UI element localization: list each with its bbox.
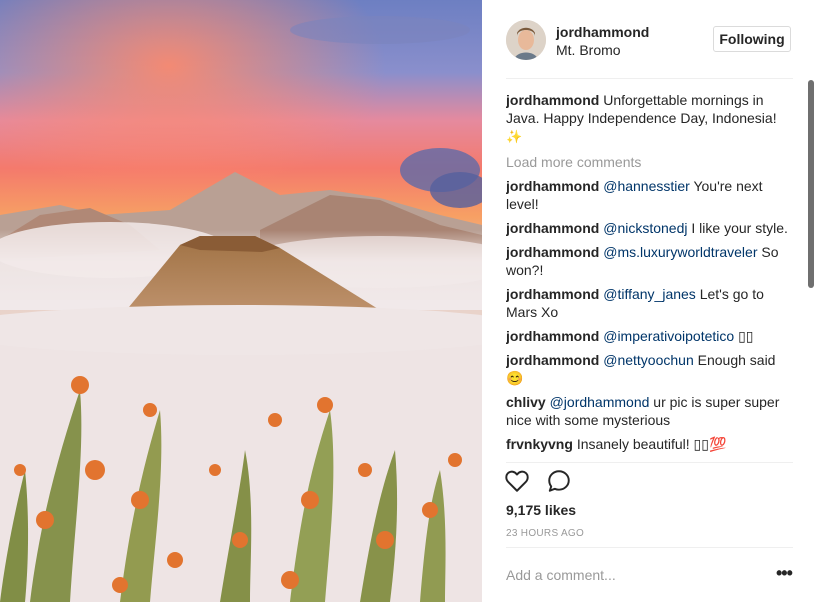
likes-count[interactable]: 9,175 likes bbox=[506, 502, 576, 518]
comment-item: jordhammond @tiffany_janes Let's go to M… bbox=[506, 285, 791, 321]
comment-mention[interactable]: @imperativoipotetico bbox=[603, 328, 734, 344]
comment-item: frvnkyvng Insanely beautiful! ▯▯💯 bbox=[506, 435, 791, 453]
post-timestamp[interactable]: 23 HOURS AGO bbox=[506, 528, 584, 539]
comments-list[interactable]: jordhammond Unforgettable mornings in Ja… bbox=[506, 91, 791, 461]
comment-mention[interactable]: @nickstonedj bbox=[603, 220, 687, 236]
load-more-comments-link[interactable]: Load more comments bbox=[506, 153, 791, 171]
comment-mention[interactable]: @hannesstier bbox=[603, 178, 690, 194]
more-options-icon[interactable]: ••• bbox=[776, 564, 793, 582]
comment-username[interactable]: chlivy bbox=[506, 394, 546, 410]
comment-mention[interactable]: @tiffany_janes bbox=[603, 286, 696, 302]
header-divider bbox=[506, 78, 793, 79]
comment-username[interactable]: frvnkyvng bbox=[506, 436, 573, 452]
comment-username[interactable]: jordhammond bbox=[506, 244, 599, 260]
comment-item: jordhammond @hannesstier You're next lev… bbox=[506, 177, 791, 213]
mount-bromo-photo bbox=[0, 0, 482, 602]
post-side-panel: jordhammond Mt. Bromo Following jordhamm… bbox=[482, 0, 817, 602]
comment-divider bbox=[506, 547, 793, 548]
comment-username[interactable]: jordhammond bbox=[506, 352, 599, 368]
comment-username[interactable]: jordhammond bbox=[506, 178, 599, 194]
sparkles-icon: ✨ bbox=[506, 130, 523, 145]
comment-mention[interactable]: @jordhammond bbox=[550, 394, 650, 410]
comment-item: jordhammond @ms.luxuryworldtraveler So w… bbox=[506, 243, 791, 279]
heart-icon[interactable] bbox=[504, 468, 530, 494]
comments-scrollbar[interactable] bbox=[808, 80, 814, 288]
comment-username[interactable]: jordhammond bbox=[506, 328, 599, 344]
comment-mention[interactable]: @ms.luxuryworldtraveler bbox=[603, 244, 757, 260]
caption-username[interactable]: jordhammond bbox=[506, 92, 599, 108]
comment-item: chlivy @jordhammond ur pic is super supe… bbox=[506, 393, 791, 429]
add-comment-input[interactable] bbox=[506, 564, 756, 586]
comment-mention[interactable]: @nettyoochun bbox=[603, 352, 694, 368]
comment-item: jordhammond @nettyoochun Enough said 😊 bbox=[506, 351, 791, 387]
comment-text: Insanely beautiful! ▯▯💯 bbox=[576, 436, 727, 452]
comment-username[interactable]: jordhammond bbox=[506, 286, 599, 302]
comment-bubble-icon[interactable] bbox=[546, 468, 572, 494]
avatar[interactable] bbox=[506, 20, 546, 60]
actions-divider bbox=[506, 462, 793, 463]
comment-username[interactable]: jordhammond bbox=[506, 220, 599, 236]
comment-item: jordhammond @nickstonedj I like your sty… bbox=[506, 219, 791, 237]
avatar-photo bbox=[506, 20, 546, 60]
comment-item: jordhammond @imperativoipotetico ▯▯ bbox=[506, 327, 791, 345]
comment-text: I like your style. bbox=[691, 220, 788, 236]
post-photo[interactable] bbox=[0, 0, 482, 602]
comment-text: ▯▯ bbox=[738, 328, 754, 344]
post-username[interactable]: jordhammond bbox=[556, 24, 649, 40]
following-button[interactable]: Following bbox=[713, 26, 791, 52]
post-location[interactable]: Mt. Bromo bbox=[556, 42, 621, 58]
caption: jordhammond Unforgettable mornings in Ja… bbox=[506, 91, 791, 147]
